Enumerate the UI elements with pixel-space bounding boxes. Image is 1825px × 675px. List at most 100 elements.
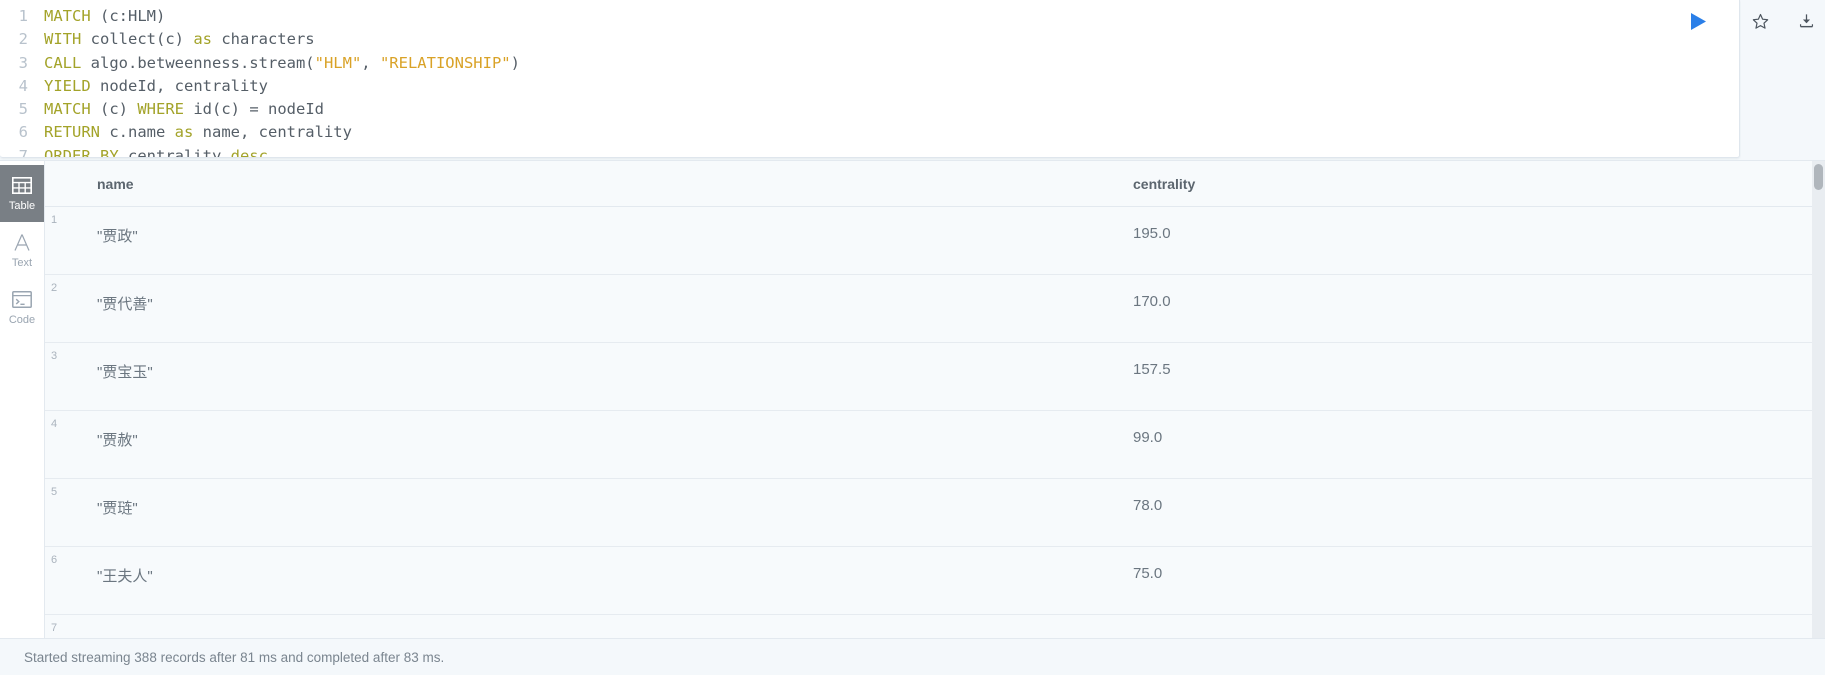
neo4j-browser-query-pane: 1 MATCH (c:HLM) 2 WITH collect(c) as charac…: [0, 0, 1825, 675]
query-token: MATCH: [44, 100, 91, 119]
query-token: WHERE: [137, 100, 185, 119]
query-token: desc: [230, 146, 268, 158]
query-token: collect(c): [81, 30, 194, 49]
query-line[interactable]: 4 YIELD nodeId, centrality: [0, 75, 1739, 98]
column-header-name[interactable]: name: [97, 176, 1133, 192]
line-number: 5: [18, 100, 28, 119]
download-icon: [1799, 13, 1813, 27]
sidebar-item-label: Code: [8, 313, 36, 326]
query-token: c.name: [100, 123, 175, 142]
query-line-text: YIELD nodeId, centrality: [28, 75, 268, 98]
favorite-button[interactable]: [1748, 9, 1772, 33]
table-row[interactable]: 7: [45, 615, 1814, 638]
cell-centrality: 78.0: [1133, 497, 1163, 514]
results-scrollbar-track[interactable]: [1812, 161, 1825, 638]
query-token: (c:HLM): [90, 7, 166, 25]
cell-name: "贾赦": [97, 432, 138, 449]
sidebar-item-table[interactable]: Table: [0, 165, 44, 222]
sidebar-item-label: Table: [8, 199, 36, 212]
line-number: 4: [18, 76, 28, 95]
cell-centrality: 157.5: [1133, 361, 1171, 378]
sidebar-item-text[interactable]: Text: [0, 222, 44, 279]
status-message: Started streaming 388 records after 81 m…: [24, 649, 445, 665]
download-button[interactable]: [1794, 9, 1818, 33]
cell-name: "贾政": [97, 228, 138, 245]
cell-name: "王夫人": [97, 568, 153, 585]
query-editor-inner[interactable]: 1 MATCH (c:HLM) 2 WITH collect(c) as charac…: [0, 0, 1739, 157]
cell-name: "贾琏": [97, 500, 138, 517]
cell-centrality: 75.0: [1133, 565, 1163, 582]
results-panel: Table Text Code name centrality 1 "贾政" 1…: [0, 160, 1825, 638]
code-icon: [11, 290, 33, 310]
query-token: centrality: [118, 146, 231, 158]
query-line-text: ORDER BY centrality desc: [28, 145, 268, 158]
line-number: 7: [18, 146, 28, 158]
table-row[interactable]: 2 "贾代善" 170.0: [45, 275, 1814, 343]
sidebar-item-code[interactable]: Code: [0, 279, 44, 336]
status-bar: Started streaming 388 records after 81 m…: [0, 638, 1825, 675]
table-icon: [11, 176, 33, 196]
query-token: nodeId, centrality: [90, 76, 268, 95]
table-row[interactable]: 1 "贾政" 195.0: [45, 207, 1814, 275]
line-number: 3: [18, 53, 28, 72]
line-number: 2: [18, 30, 28, 49]
cell-name: "贾宝玉": [97, 364, 153, 381]
query-code-lines[interactable]: 1 MATCH (c:HLM) 2 WITH collect(c) as charac…: [0, 5, 1739, 158]
query-line-text: CALL algo.betweenness.stream("HLM", "REL…: [28, 52, 520, 75]
results-grid: name centrality 1 "贾政" 195.0 2 "贾代善" 170.0 3 "贾…: [45, 161, 1814, 638]
results-scrollbar-thumb[interactable]: [1814, 164, 1823, 190]
query-token: as: [174, 123, 194, 142]
table-header-row: name centrality: [45, 161, 1814, 207]
query-token: "RELATIONSHIP": [379, 53, 511, 72]
query-token: ORDER BY: [44, 146, 119, 158]
cell-name: [97, 615, 1133, 633]
query-token: MATCH: [44, 7, 91, 25]
query-line[interactable]: 2 WITH collect(c) as characters: [0, 28, 1739, 51]
query-token: as: [193, 30, 212, 49]
table-row[interactable]: 4 "贾赦" 99.0: [45, 411, 1814, 479]
sidebar-item-label: Text: [11, 256, 33, 269]
row-index: 3: [51, 350, 58, 362]
run-query-button[interactable]: [1685, 8, 1711, 34]
query-token: CALL: [44, 53, 82, 72]
query-token: YIELD: [44, 76, 91, 95]
editor-action-rail: [1741, 0, 1825, 158]
results-table-panel[interactable]: name centrality 1 "贾政" 195.0 2 "贾代善" 170.0 3 "贾…: [44, 161, 1825, 638]
query-token: (c): [90, 100, 138, 119]
row-index: 2: [51, 282, 58, 294]
query-token: id(c) = nodeId: [184, 100, 324, 119]
star-icon: [1752, 13, 1768, 29]
row-index: 5: [51, 486, 58, 498]
query-line[interactable]: 7 ORDER BY centrality desc: [0, 145, 1739, 158]
cell-name: "贾代善": [97, 296, 153, 313]
query-token: characters: [211, 30, 315, 49]
query-token: "HLM": [314, 53, 362, 72]
query-line[interactable]: 6 RETURN c.name as name, centrality: [0, 121, 1739, 144]
cell-centrality: 195.0: [1133, 225, 1171, 242]
cell-centrality: 99.0: [1133, 429, 1163, 446]
line-number: 1: [18, 7, 28, 25]
query-editor-card[interactable]: 1 MATCH (c:HLM) 2 WITH collect(c) as charac…: [0, 0, 1740, 158]
query-line[interactable]: 5 MATCH (c) WHERE id(c) = nodeId: [0, 98, 1739, 121]
table-row[interactable]: 3 "贾宝玉" 157.5: [45, 343, 1814, 411]
query-line[interactable]: 1 MATCH (c:HLM): [0, 5, 1739, 28]
query-token: ,: [361, 53, 380, 72]
line-number: 6: [18, 123, 28, 142]
query-line-text: WITH collect(c) as characters: [28, 28, 315, 51]
row-index: 1: [51, 214, 58, 226]
table-row[interactable]: 6 "王夫人" 75.0: [45, 547, 1814, 615]
row-index: 7: [51, 622, 58, 634]
query-line-text: RETURN c.name as name, centrality: [28, 121, 352, 144]
column-header-centrality[interactable]: centrality: [1133, 176, 1553, 192]
query-token: WITH: [44, 30, 82, 49]
query-line-text: MATCH (c:HLM): [28, 5, 165, 28]
play-icon: [1690, 12, 1706, 30]
query-token: algo.betweenness.stream(: [81, 53, 315, 72]
query-line[interactable]: 3 CALL algo.betweenness.stream("HLM", "RE…: [0, 52, 1739, 75]
table-row[interactable]: 5 "贾琏" 78.0: [45, 479, 1814, 547]
query-token: RETURN: [44, 123, 100, 142]
cell-centrality: 170.0: [1133, 293, 1171, 310]
query-line-text: MATCH (c) WHERE id(c) = nodeId: [28, 98, 324, 121]
row-index: 6: [51, 554, 58, 566]
table-body: 1 "贾政" 195.0 2 "贾代善" 170.0 3 "贾宝玉" 157.5 4 "贾赦" 99.…: [45, 207, 1814, 638]
